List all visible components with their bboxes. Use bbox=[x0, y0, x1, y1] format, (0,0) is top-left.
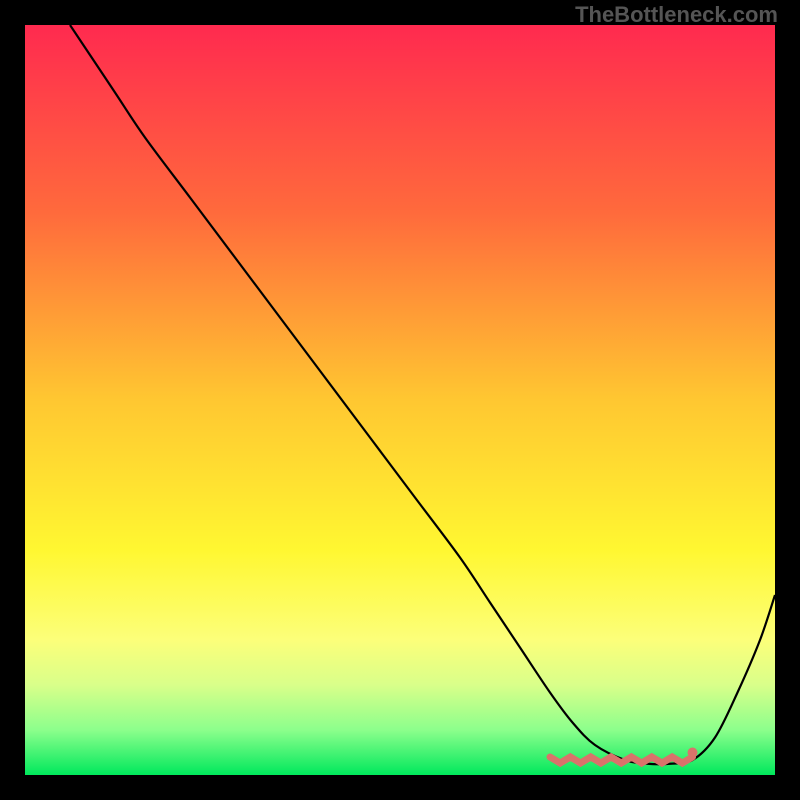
chart-background-gradient bbox=[25, 25, 775, 775]
marker-point bbox=[688, 748, 698, 758]
chart-plot-area bbox=[25, 25, 775, 775]
watermark-text: TheBottleneck.com bbox=[575, 2, 778, 28]
chart-svg bbox=[25, 25, 775, 775]
